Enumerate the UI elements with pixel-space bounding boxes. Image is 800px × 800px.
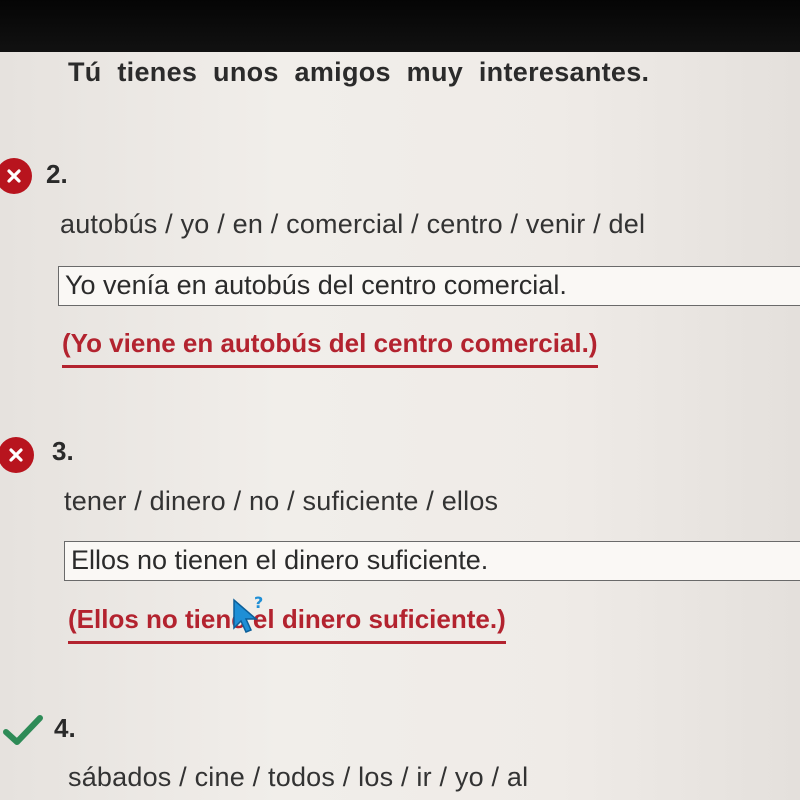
svg-text:?: ? bbox=[254, 594, 263, 612]
incorrect-icon bbox=[0, 158, 32, 194]
correct-answer-feedback: (Ellos no tiene el dinero suficiente.) bbox=[68, 604, 506, 644]
monitor-bezel bbox=[0, 0, 800, 52]
checkmark-icon bbox=[3, 715, 43, 745]
question-prompt: sábados / cine / todos / los / ir / yo /… bbox=[68, 762, 529, 792]
question-number: 3. bbox=[52, 436, 74, 466]
question-number: 2. bbox=[46, 159, 68, 189]
help-cursor-icon: ? bbox=[233, 594, 263, 633]
incorrect-icon bbox=[0, 437, 34, 473]
question-prompt: autobús / yo / en / comercial / centro /… bbox=[60, 209, 646, 239]
question-number: 4. bbox=[54, 713, 76, 743]
answer-input[interactable]: Ellos no tienen el dinero suficiente. bbox=[64, 541, 800, 581]
correct-answer-feedback: (Yo viene en autobús del centro comercia… bbox=[62, 328, 598, 368]
question-prompt: tener / dinero / no / suficiente / ellos bbox=[64, 486, 499, 516]
quiz-panel: Tú tienes unos amigos muy interesantes. … bbox=[0, 52, 800, 800]
answer-input[interactable]: Yo venía en autobús del centro comercial… bbox=[58, 266, 800, 306]
previous-answer-text: Tú tienes unos amigos muy interesantes. bbox=[68, 57, 650, 87]
